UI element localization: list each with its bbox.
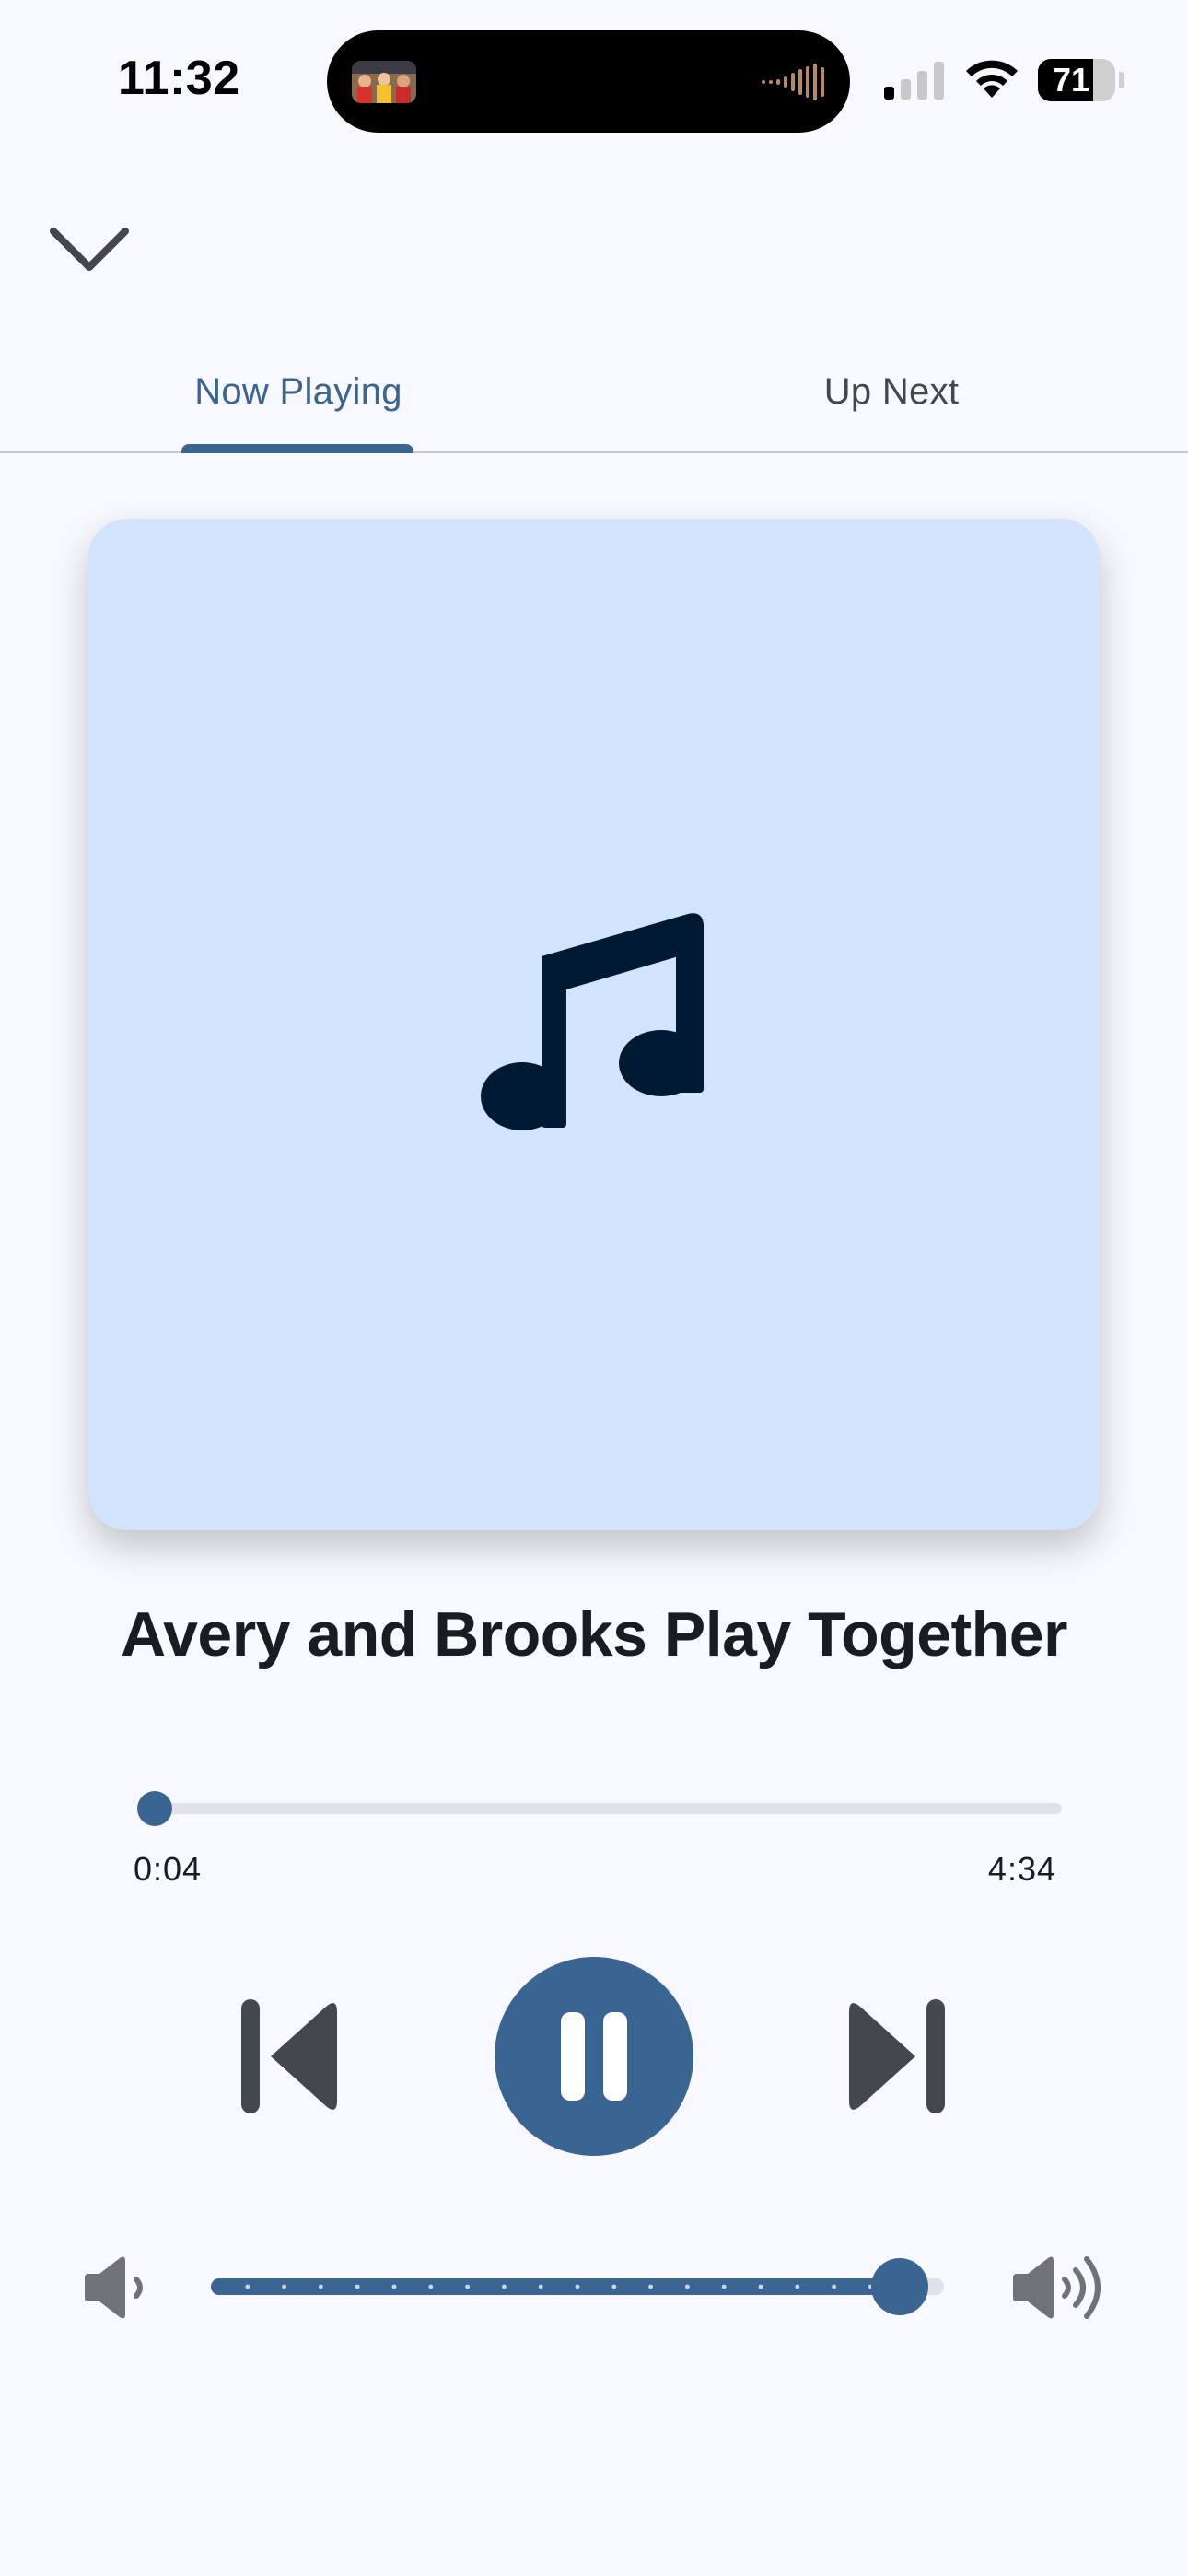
volume-stop-dot bbox=[795, 2284, 800, 2289]
volume-slider[interactable] bbox=[211, 2258, 944, 2315]
volume-stop-dot bbox=[319, 2284, 323, 2289]
audio-waveform-icon bbox=[762, 64, 824, 100]
volume-stop-dot bbox=[465, 2284, 470, 2289]
total-time: 4:34 bbox=[987, 1850, 1056, 1888]
battery-percentage: 71 bbox=[1052, 61, 1090, 99]
status-time: 11:32 bbox=[118, 52, 240, 105]
volume-stop-dot bbox=[721, 2284, 727, 2289]
volume-stop-dot bbox=[832, 2284, 836, 2289]
tab-selected-indicator bbox=[181, 444, 413, 453]
volume-stop-dot bbox=[282, 2284, 286, 2289]
skip-previous-icon bbox=[241, 1999, 337, 2113]
elapsed-time: 0:04 bbox=[134, 1850, 203, 1888]
volume-low-button[interactable] bbox=[83, 2255, 153, 2320]
previous-track-button[interactable] bbox=[241, 1999, 339, 2113]
wifi-icon bbox=[963, 57, 1020, 100]
volume-stop-dot bbox=[502, 2284, 507, 2289]
volume-low-icon bbox=[85, 2256, 143, 2319]
volume-stop-indicators bbox=[245, 2284, 873, 2289]
volume-stop-dot bbox=[538, 2284, 543, 2289]
volume-stop-dot bbox=[648, 2284, 653, 2289]
music-note-icon bbox=[481, 912, 707, 1139]
pause-button[interactable] bbox=[495, 1957, 693, 2156]
dynamic-island[interactable] bbox=[327, 30, 850, 133]
progress-thumb[interactable] bbox=[136, 1791, 172, 1826]
now-playing-screen: 11:32 71 Now Playing Up Next Avery and B… bbox=[0, 0, 1188, 2576]
next-track-button[interactable] bbox=[847, 1999, 945, 2113]
volume-stop-dot bbox=[428, 2284, 434, 2289]
volume-stop-dot bbox=[355, 2284, 360, 2289]
volume-stop-dot bbox=[245, 2284, 250, 2289]
volume-stop-dot bbox=[611, 2284, 617, 2289]
track-title: Avery and Brooks Play Together bbox=[121, 1599, 1067, 1669]
pause-icon bbox=[561, 2012, 627, 2101]
volume-high-button[interactable] bbox=[1011, 2248, 1107, 2327]
battery-icon: 71 bbox=[1038, 59, 1124, 101]
chevron-down-icon bbox=[50, 228, 129, 271]
volume-stop-dot bbox=[685, 2284, 690, 2289]
collapse-button[interactable] bbox=[39, 208, 140, 291]
volume-thumb[interactable] bbox=[871, 2258, 929, 2315]
tab-bar: Now Playing Up Next bbox=[0, 332, 1188, 453]
skip-next-icon bbox=[849, 1999, 945, 2113]
tab-up-next[interactable]: Up Next bbox=[764, 332, 1019, 451]
volume-stop-dot bbox=[758, 2284, 763, 2289]
volume-high-icon bbox=[1013, 2256, 1101, 2319]
tab-now-playing[interactable]: Now Playing bbox=[166, 332, 431, 451]
signal-icon bbox=[882, 61, 947, 100]
volume-stop-dot bbox=[391, 2284, 397, 2289]
progress-slider[interactable] bbox=[136, 1791, 1062, 1826]
live-activity-thumbnail bbox=[352, 61, 416, 103]
volume-stop-dot bbox=[575, 2284, 580, 2289]
